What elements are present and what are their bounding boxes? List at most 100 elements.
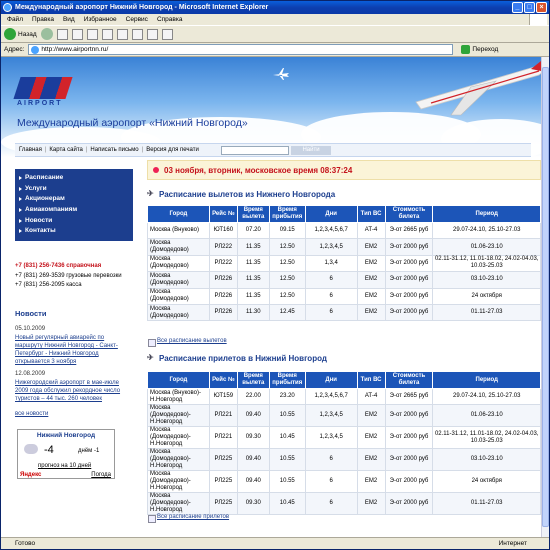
table-row: Москва (Домодедово)-Н.Новгород РЛ221 09.40… — [147, 404, 541, 428]
scrollbar-thumb[interactable] — [542, 67, 549, 527]
menu-item-schedule[interactable]: Расписание — [15, 173, 133, 184]
table-cell: АТ-4 — [356, 221, 386, 240]
column-header: Дни — [304, 371, 358, 389]
address-input[interactable]: http://www.airportnn.ru/ — [28, 44, 454, 55]
favorites-icon[interactable] — [116, 28, 128, 40]
menu-tools[interactable]: Сервис — [126, 14, 148, 25]
menu-view[interactable]: Вид — [63, 14, 75, 25]
search-input[interactable] — [221, 146, 289, 155]
search-icon[interactable] — [101, 28, 113, 40]
minimize-button[interactable]: _ — [512, 2, 523, 13]
maximize-button[interactable]: □ — [524, 2, 535, 13]
airport-logo[interactable]: AIRPORT — [13, 77, 75, 109]
table-cell: 1,2,3,4,5 — [304, 404, 358, 428]
stop-icon[interactable] — [56, 28, 68, 40]
table-cell: РЛ225 — [208, 470, 238, 494]
menu-help[interactable]: Справка — [157, 14, 183, 25]
table-cell: 1,2,3,4,5 — [304, 238, 358, 256]
back-button[interactable]: Назад — [4, 28, 37, 40]
table-cell: Москва (Домодедово)-Н.Новгород — [147, 470, 210, 494]
table-cell: 11.30 — [236, 303, 270, 322]
departures-heading: Расписание вылетов из Нижнего Новгорода — [147, 189, 335, 199]
table-cell: EM2 — [356, 238, 386, 256]
toolbar: Назад — [1, 25, 549, 43]
table-cell: 11.35 — [236, 238, 270, 256]
weather-widget: Нижний Новгород -4 днём -1 прогноз на 10… — [17, 429, 115, 479]
refresh-icon[interactable] — [71, 28, 83, 40]
search-button[interactable]: Найти — [291, 146, 331, 155]
table-cell: РЛ222 — [208, 254, 238, 273]
column-header: Стоимость билета — [384, 371, 434, 389]
table-cell: 09.40 — [236, 404, 270, 428]
table-cell: 09.30 — [236, 492, 270, 516]
nav-sitemap[interactable]: Карта сайта — [49, 147, 82, 153]
table-cell: 10.55 — [268, 448, 306, 472]
table-row: Москва (Домодедово) РЛ222 11.35 12.50 1,3,4 E… — [147, 254, 541, 273]
table-cell: 01.11-27.03 — [432, 303, 541, 322]
all-news-link[interactable]: все новости — [15, 411, 48, 417]
close-button[interactable]: × — [536, 2, 547, 13]
forecast-link[interactable]: прогноз на 10 дней — [38, 463, 91, 469]
table-row: Москва (Домодедово)-Н.Новгород РЛ221 09.30… — [147, 426, 541, 450]
column-header: Время прибытия — [268, 205, 306, 223]
menu-favorites[interactable]: Избранное — [84, 14, 117, 25]
departures-table: Город Рейс № Время вылета Время прибытия Дни… — [147, 205, 541, 322]
arrivals-heading: Расписание прилетов в Нижний Новгород — [147, 353, 327, 363]
table-cell: 12.45 — [268, 303, 306, 322]
vertical-scrollbar[interactable] — [541, 57, 549, 537]
table-cell: 10.45 — [268, 492, 306, 516]
news-link[interactable]: Новый регулярный авиарейс по маршруту Ни… — [15, 334, 133, 366]
go-button[interactable]: Переход — [461, 45, 498, 54]
table-cell: Э-от 2000 руб — [384, 303, 434, 322]
table-cell: Э-от 2000 руб — [384, 448, 434, 472]
all-departures-link[interactable]: Все расписание вылетов — [147, 338, 227, 347]
table-cell: 1,2,3,4,5,6,7 — [304, 221, 358, 240]
table-cell: 01.06-23.10 — [432, 404, 541, 428]
table-cell: Москва (Домодедово) — [147, 287, 210, 305]
menu-item-shareholders[interactable]: Акционерам — [15, 194, 133, 205]
column-header: Тип ВС — [356, 205, 386, 223]
nav-print-version[interactable]: Версия для печати — [146, 147, 199, 153]
menu-item-airlines[interactable]: Авиакомпаниям — [15, 205, 133, 216]
browser-window: Международный аэропорт Нижний Новгород -… — [0, 0, 550, 550]
menu-item-services[interactable]: Услуги — [15, 184, 133, 195]
column-header: Город — [147, 371, 210, 389]
table-cell: Москва (Домодедово)-Н.Новгород — [147, 448, 210, 472]
home-icon[interactable] — [86, 28, 98, 40]
forward-arrow-icon[interactable] — [40, 28, 53, 40]
table-cell: 09.40 — [236, 448, 270, 472]
menu-item-news[interactable]: Новости — [15, 216, 133, 227]
menu-bar: Файл Правка Вид Избранное Сервис Справка — [1, 14, 549, 25]
table-cell: 23.20 — [268, 387, 306, 406]
weather-day: днём -1 — [78, 448, 100, 454]
weather-link[interactable]: Погода — [91, 472, 111, 478]
small-plane-icon — [273, 68, 289, 80]
mail-icon[interactable] — [146, 28, 158, 40]
table-cell: 11.35 — [236, 287, 270, 305]
history-icon[interactable] — [131, 28, 143, 40]
table-cell: 12.50 — [268, 287, 306, 305]
table-cell: 11.35 — [236, 254, 270, 273]
nav-home[interactable]: Главная — [19, 147, 42, 153]
table-cell: РЛ226 — [208, 303, 238, 322]
table-cell: EM2 — [356, 426, 386, 450]
phone-cargo: +7 (831) 269-3539 грузовые перевозки — [15, 272, 122, 279]
nav-write-letter[interactable]: Написать письмо — [90, 147, 138, 153]
table-cell: 29.07-24.10, 25.10-27.03 — [432, 387, 541, 406]
yandex-logo[interactable]: Яндекс — [20, 472, 41, 478]
print-icon[interactable] — [161, 28, 173, 40]
table-cell: РЛ225 — [208, 448, 238, 472]
table-cell: 6 — [304, 470, 358, 494]
menu-file[interactable]: Файл — [7, 14, 23, 25]
column-header: Город — [147, 205, 210, 223]
phone-info: +7 (831) 256-7436 справочная — [15, 263, 102, 269]
news-link[interactable]: Нижегородский аэропорт в мае-июле 2009 г… — [15, 379, 133, 403]
address-label: Адрес: — [4, 46, 25, 53]
column-header: Дни — [304, 205, 358, 223]
table-cell: 09.40 — [236, 470, 270, 494]
table-cell: 01.06-23.10 — [432, 238, 541, 256]
menu-item-contacts[interactable]: Контакты — [15, 226, 133, 237]
all-arrivals-link[interactable]: Все расписание прилетов — [147, 514, 229, 523]
menu-edit[interactable]: Правка — [32, 14, 54, 25]
table-cell: 02.11-31.12, 11.01-18.02, 24.02-04.03, 1… — [432, 254, 541, 273]
